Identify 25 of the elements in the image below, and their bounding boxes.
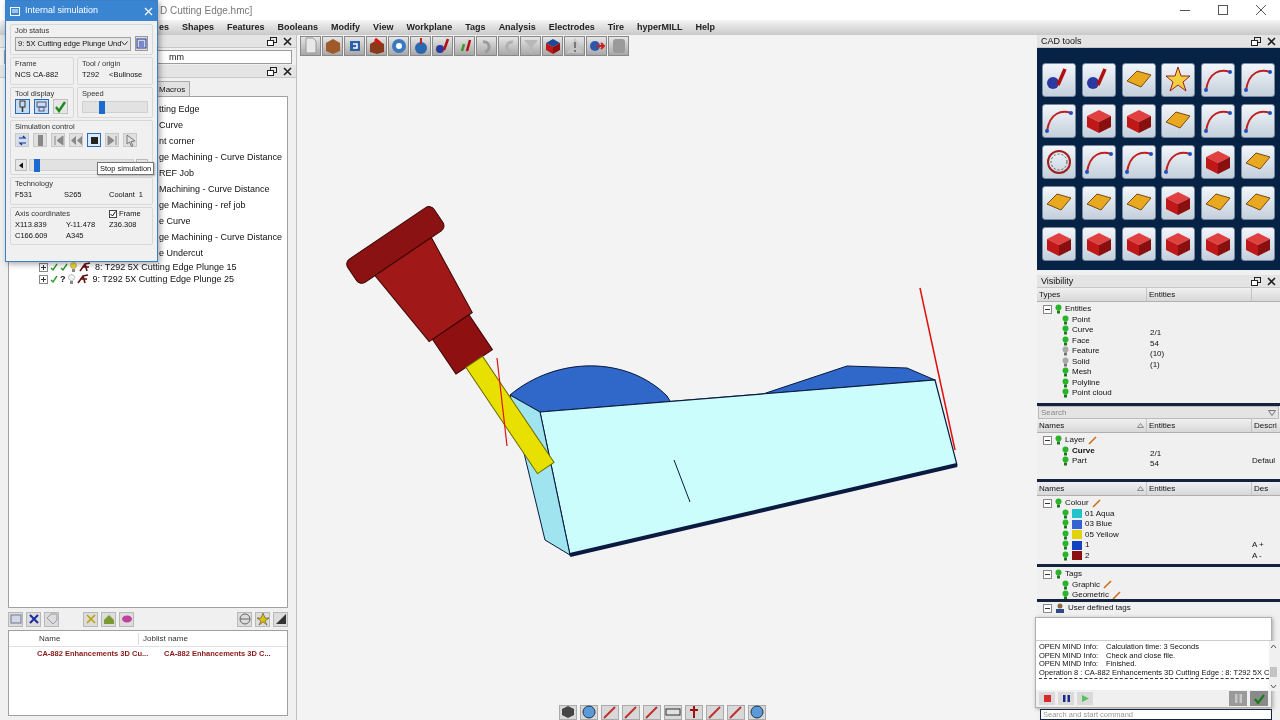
table-cell: 54 — [1150, 338, 1159, 348]
table-cell: 54 — [1150, 459, 1159, 469]
column-header: Entities — [1149, 419, 1176, 432]
table-cell: 2/1 — [1150, 328, 1162, 338]
column-header: Names — [1039, 482, 1065, 495]
table-cell: (1) — [1150, 359, 1160, 369]
table-cell: A - — [1252, 551, 1262, 560]
column-header: Types — [1039, 288, 1061, 301]
table-cell: Defaul — [1252, 457, 1276, 466]
table-cell: 2/1 — [1150, 448, 1162, 458]
window-title: D Cutting Edge.hmc] — [160, 3, 253, 18]
column-header: Names — [1039, 419, 1065, 432]
column-header: Entities — [1149, 482, 1176, 495]
column-header: Joblist name — [138, 632, 188, 645]
column-header: Descri — [1254, 419, 1277, 432]
pane-title: Visibility — [1041, 276, 1074, 286]
placeholder: Search — [1040, 406, 1068, 419]
column-header: Entities — [1149, 288, 1176, 301]
column-header: Name — [38, 632, 62, 645]
table-cell: A + — [1252, 541, 1264, 550]
table-cell: (10) — [1150, 349, 1165, 359]
pane-title: CAD tools — [1041, 36, 1082, 46]
status-mark: ? — [60, 274, 66, 284]
dialog-title: Internal simulation — [25, 4, 100, 18]
column-header: Des — [1254, 482, 1269, 495]
